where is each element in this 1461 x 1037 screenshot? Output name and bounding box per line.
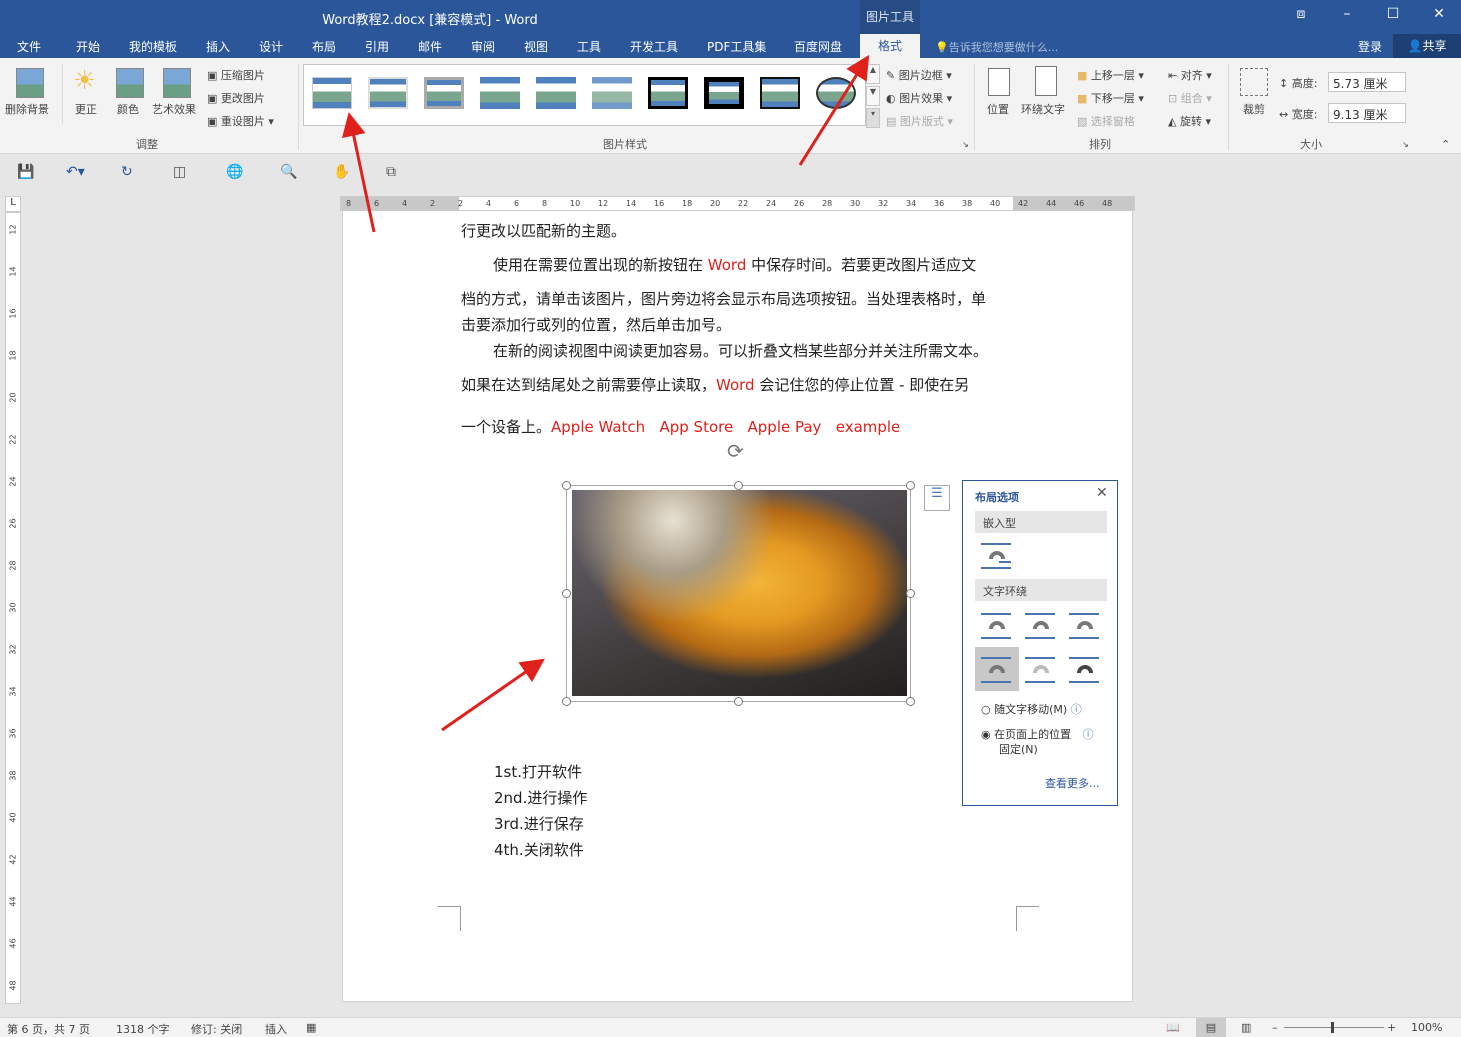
- web-layout-icon[interactable]: ▥: [1241, 1021, 1251, 1034]
- zoom-level[interactable]: 100%: [1411, 1021, 1442, 1034]
- print-layout-icon[interactable]: ▤: [1196, 1018, 1226, 1037]
- annotation-arrow: [798, 54, 870, 166]
- zoom-out-button[interactable]: –: [1272, 1021, 1278, 1034]
- track-changes[interactable]: 修订: 关闭: [191, 1021, 242, 1037]
- annotation-arrow: [441, 658, 545, 732]
- insert-mode[interactable]: 插入: [265, 1021, 287, 1037]
- macro-icon[interactable]: ▦: [306, 1021, 316, 1034]
- word-count[interactable]: 1318 个字: [116, 1021, 170, 1037]
- zoom-in-button[interactable]: +: [1387, 1021, 1396, 1034]
- read-mode-icon[interactable]: 📖: [1166, 1021, 1180, 1034]
- page-count[interactable]: 第 6 页，共 7 页: [7, 1021, 90, 1037]
- annotation-arrows: [341, 54, 870, 732]
- status-bar: 第 6 页，共 7 页 1318 个字 修订: 关闭 插入 ▦ 📖 ▤ ▥ – …: [0, 1017, 1461, 1037]
- annotation-arrow: [341, 112, 376, 233]
- zoom-slider-thumb[interactable]: [1331, 1022, 1334, 1033]
- zoom-slider[interactable]: [1284, 1027, 1384, 1028]
